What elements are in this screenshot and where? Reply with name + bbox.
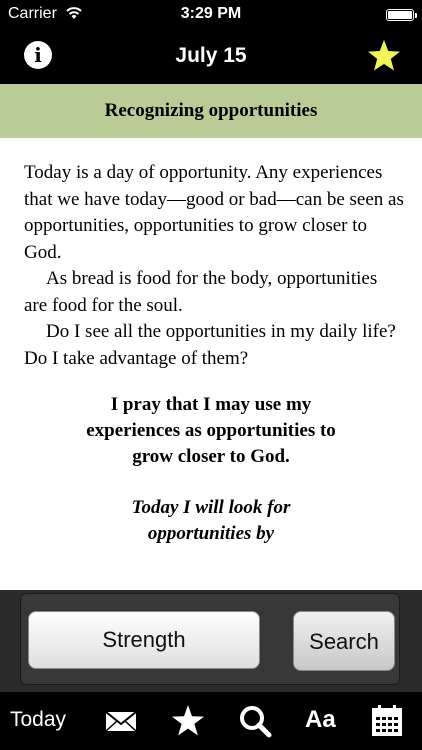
search-button[interactable]: Search (293, 611, 395, 671)
paragraph: Today is a day of opportunity. Any exper… (24, 162, 404, 263)
prayer-line: I pray that I may use my (110, 394, 312, 415)
reading-content: Today is a day of opportunity. Any exper… (0, 138, 422, 590)
status-bar: Carrier 3:29 PM (0, 0, 422, 30)
prayer-line: grow closer to God. (132, 446, 290, 467)
calendar-icon[interactable] (370, 704, 404, 738)
star-icon[interactable] (366, 38, 402, 74)
tab-bar: Today Aa (0, 692, 422, 750)
prayer-line: experiences as opportunities to (86, 420, 336, 441)
status-time: 3:29 PM (180, 5, 242, 22)
tab-today[interactable]: Today (10, 708, 66, 732)
nav-bar: i July 15 (0, 30, 422, 84)
page-title: July 15 (175, 44, 247, 67)
strength-button[interactable]: Strength (28, 611, 260, 669)
paragraph: Do I see all the opportunities in my dai… (24, 321, 396, 369)
reading-body: Today is a day of opportunity. Any exper… (24, 160, 404, 372)
battery-icon (386, 9, 417, 21)
font-size-button[interactable]: Aa (305, 706, 336, 734)
favorites-star-icon[interactable] (171, 704, 205, 738)
resolution-text: Today I will look for opportunities by (0, 495, 422, 547)
reading-heading: Recognizing opportunities (0, 84, 422, 138)
search-icon[interactable] (238, 704, 272, 738)
paragraph: As bread is food for the body, opportuni… (24, 268, 378, 316)
prayer-text: I pray that I may use my experiences as … (0, 392, 422, 470)
resolution-line: Today I will look for (131, 497, 291, 518)
mail-icon[interactable] (104, 704, 138, 738)
resolution-line: opportunities by (147, 523, 275, 544)
